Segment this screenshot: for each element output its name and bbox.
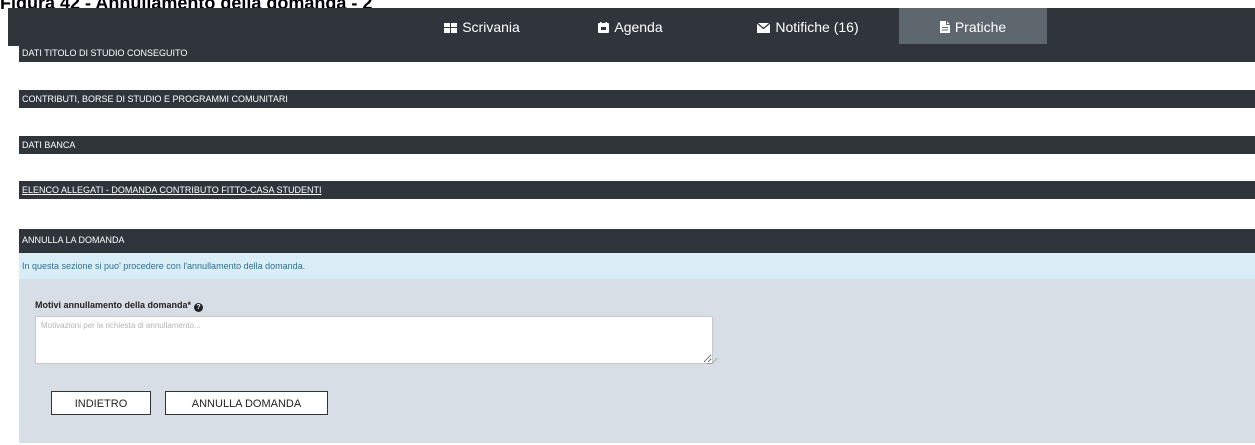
section-annulla-domanda[interactable]: ANNULLA LA DOMANDA [19, 229, 1255, 253]
section-elenco-allegati[interactable]: ELENCO ALLEGATI - DOMANDA CONTRIBUTO FIT… [19, 181, 1255, 199]
nav-label: Notifiche (16) [775, 19, 859, 35]
nav-item-notifiche[interactable]: Notifiche (16) [722, 8, 894, 46]
section-title: ANNULLA LA DOMANDA [22, 235, 125, 245]
cancel-reason-label: Motivi annullamento della domanda*? [35, 300, 204, 312]
nav-label: Pratiche [954, 19, 1007, 35]
section-contributi-borse[interactable]: CONTRIBUTI, BORSE DI STUDIO E PROGRAMMI … [19, 90, 1255, 108]
section-title-link[interactable]: ELENCO ALLEGATI - DOMANDA CONTRIBUTO FIT… [22, 185, 322, 195]
nav-item-pratiche[interactable]: Pratiche [899, 8, 1047, 46]
section-dati-titolo-studio[interactable]: DATI TITOLO DI STUDIO CONSEGUITO [19, 44, 1255, 62]
info-message: In questa sezione si puo' procedere con … [19, 253, 1255, 279]
info-text: In questa sezione si puo' procedere con … [22, 261, 306, 271]
help-icon[interactable]: ? [194, 303, 204, 312]
back-button[interactable]: INDIETRO [51, 391, 151, 415]
calendar-icon [598, 9, 610, 47]
top-navbar: Scrivania Agenda Notifiche (16) Pratiche [8, 8, 1255, 46]
section-dati-banca[interactable]: DATI BANCA [19, 136, 1255, 154]
section-title: DATI TITOLO DI STUDIO CONSEGUITO [22, 48, 188, 58]
nav-label: Agenda [614, 19, 663, 35]
field-label-text: Motivi annullamento della domanda* [35, 300, 192, 310]
cancel-form-panel: Motivi annullamento della domanda*? INDI… [19, 279, 1255, 443]
envelope-icon [756, 9, 771, 47]
document-icon [939, 9, 950, 47]
nav-label: Scrivania [462, 19, 520, 35]
nav-item-scrivania[interactable]: Scrivania [408, 8, 556, 46]
section-title: CONTRIBUTI, BORSE DI STUDIO E PROGRAMMI … [22, 94, 288, 104]
cancel-reason-textarea[interactable] [35, 316, 713, 364]
nav-item-agenda[interactable]: Agenda [558, 8, 703, 46]
cancel-application-button[interactable]: ANNULLA DOMANDA [165, 391, 328, 415]
section-title: DATI BANCA [22, 140, 76, 150]
dashboard-icon [444, 9, 458, 47]
